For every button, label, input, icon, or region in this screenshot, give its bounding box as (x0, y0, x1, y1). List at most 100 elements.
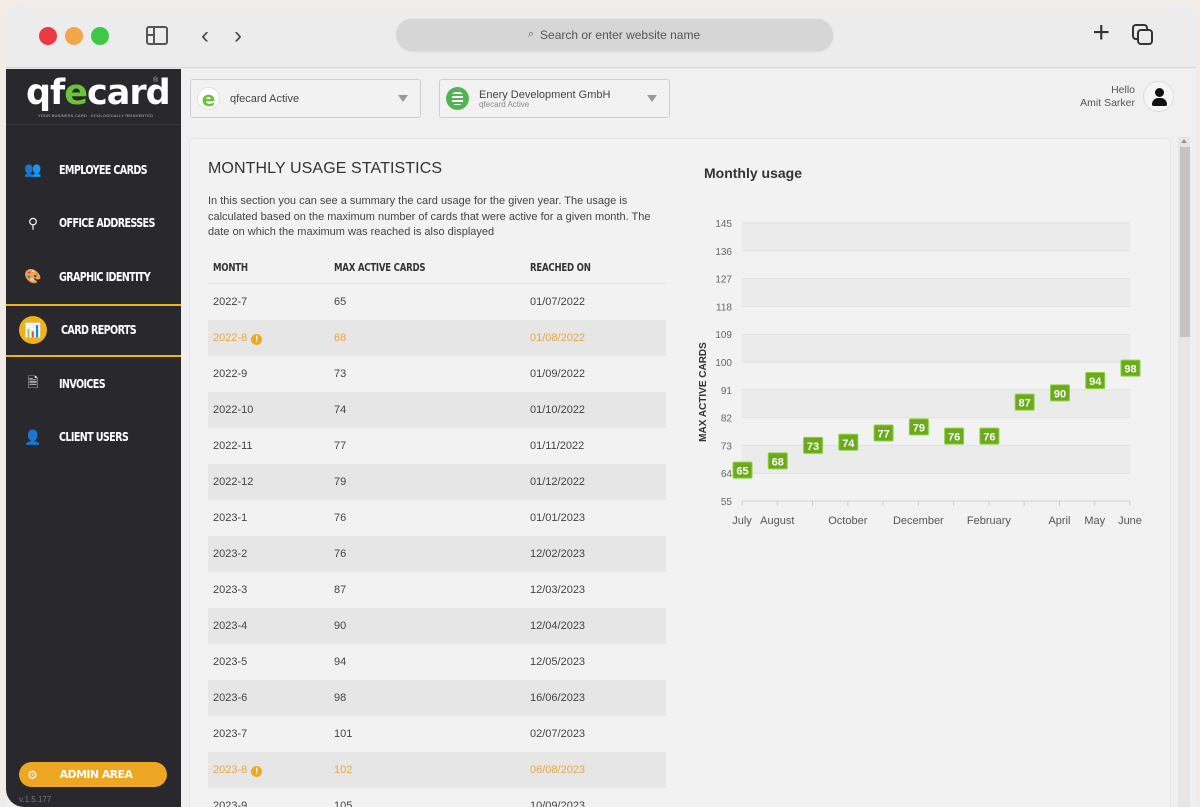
sidebar-item-label: Office Addresses (59, 216, 155, 231)
cell-reached-on: 12/03/2023 (530, 584, 586, 596)
admin-area-label: ADMIN AREA (59, 768, 133, 781)
sidebar-item-client-users[interactable]: 👤 Client Users (6, 411, 181, 465)
content-panel: MONTHLY USAGE STATISTICS In this section… (190, 139, 1170, 807)
grid-band (742, 445, 1130, 474)
sidebar-item-office-addresses[interactable]: ⚲ Office Addresses (6, 197, 181, 251)
data-label: 65 (736, 466, 748, 478)
address-bar[interactable]: ⌕ Search or enter website name (396, 19, 832, 50)
close-window-button[interactable] (39, 27, 57, 45)
back-icon[interactable]: ‹ (201, 22, 209, 50)
cell-reached-on: 01/01/2023 (530, 512, 586, 524)
cell-month: 2023-3 (213, 584, 248, 596)
cell-reached-on: 12/02/2023 (530, 548, 586, 560)
palette-icon: 🎨 (24, 268, 42, 285)
cell-reached-on: 01/08/2022 (530, 332, 586, 344)
cell-reached-on: 01/12/2022 (530, 476, 586, 488)
organization-name: Enery Development GmbH (479, 88, 611, 101)
sidebar-item-label: Employee Cards (59, 162, 148, 177)
cell-max-active-cards: 101 (334, 728, 353, 740)
x-tick-label: June (1118, 515, 1142, 527)
minimize-window-button[interactable] (65, 27, 83, 45)
grid-band (742, 334, 1130, 362)
cell-reached-on: 02/07/2023 (530, 728, 586, 740)
warning-icon[interactable]: ! (251, 333, 263, 345)
y-tick-label: 64 (721, 469, 733, 480)
x-tick-label: December (893, 515, 944, 527)
organization-subtitle: qfecard Active (479, 99, 530, 109)
browser-toolbar: ‹ › ⌕ Search or enter website name + (6, 2, 1196, 68)
column-header-reached-on[interactable]: REACHED ON (530, 261, 636, 274)
y-tick-label: 55 (721, 497, 733, 508)
chart-icon: 📊 (19, 316, 47, 345)
address-placeholder: Search or enter website name (540, 27, 701, 42)
table-row: 2022-11 77 01/11/2022 (208, 428, 666, 464)
cell-month: 2023-2 (213, 548, 248, 560)
avatar-icon[interactable] (1143, 81, 1174, 112)
y-tick-label: 145 (715, 219, 732, 230)
new-tab-icon[interactable]: + (1092, 18, 1110, 48)
section-description: In this section you can see a summary th… (208, 195, 651, 238)
cell-reached-on: 16/06/2023 (530, 692, 586, 704)
sidebar-icon[interactable] (146, 26, 168, 45)
logo[interactable]: qfecard ® YOUR BUSINESS CARD · ECOLOGICA… (6, 69, 181, 125)
cell-max-active-cards: 76 (334, 548, 347, 560)
grid-band (742, 278, 1130, 307)
user-menu[interactable]: Hello Amit Sarker (1080, 81, 1174, 112)
table-header: MONTH MAX ACTIVE CARDS REACHED ON (208, 252, 666, 284)
y-tick-label: 118 (716, 302, 732, 313)
sidebar-item-invoices[interactable]: 🗎 Invoices (6, 357, 181, 411)
sidebar-item-employee-cards[interactable]: 👥 Employee Cards (6, 143, 181, 197)
sidebar-nav: 👥 Employee Cards ⚲ Office Addresses 🎨 Graphic… (6, 143, 181, 464)
sidebar: qfecard ® YOUR BUSINESS CARD · ECOLOGICA… (6, 69, 181, 807)
cell-month: 2023-9 (213, 800, 248, 807)
cell-reached-on: 12/05/2023 (530, 656, 586, 668)
cell-max-active-cards: 73 (334, 368, 347, 380)
cell-month: 2023-1 (213, 512, 248, 524)
y-tick-label: 127 (715, 275, 732, 286)
table-row: 2023-9 105 10/09/2023 (208, 788, 666, 807)
table-row: 2022-9 73 01/09/2022 (208, 356, 666, 392)
users-icon: 👥 (24, 161, 42, 178)
table-row: 2023-3 87 12/03/2023 (208, 572, 666, 608)
sidebar-item-graphic-identity[interactable]: 🎨 Graphic Identity (6, 250, 181, 304)
x-tick-label: February (967, 515, 1012, 527)
gears-icon: ⚙ (27, 767, 38, 782)
table-row: 2023-8! 102 06/08/2023 (208, 752, 666, 788)
warning-icon[interactable]: ! (251, 765, 263, 777)
scroll-up-arrow-icon[interactable] (1181, 139, 1187, 143)
column-header-month[interactable]: MONTH (213, 261, 303, 274)
cell-reached-on: 12/04/2023 (530, 620, 586, 632)
product-selector[interactable]: e qfecard Active (190, 79, 421, 118)
cell-max-active-cards: 74 (334, 404, 347, 416)
table-row: 2022-10 74 01/10/2022 (208, 392, 666, 428)
table-row: 2022-8! 68 01/08/2022 (208, 320, 666, 356)
search-icon: ⌕ (527, 28, 535, 40)
maximize-window-button[interactable] (91, 27, 109, 45)
logo-tagline: YOUR BUSINESS CARD · ECOLOGICALLY REINVE… (38, 113, 154, 118)
y-tick-label: 100 (715, 358, 732, 369)
y-tick-label: 82 (721, 414, 733, 425)
sidebar-item-label: Graphic Identity (59, 269, 151, 284)
x-tick-label: May (1084, 515, 1105, 527)
sidebar-item-card-reports[interactable]: 📊 Card Reports (6, 303, 181, 357)
admin-area-button[interactable]: ⚙ ADMIN AREA (19, 762, 167, 787)
column-header-max-active-cards[interactable]: MAX ACTIVE CARDS (334, 261, 483, 274)
monthly-usage-chart: 55 64 73 82 91 100 109 118 127 136 145 July August Oc… (690, 199, 1160, 529)
scrollbar-thumb[interactable] (1180, 147, 1190, 337)
chart-svg: 55 64 73 82 91 100 109 118 127 136 145 July August Oc… (698, 219, 1142, 527)
cell-max-active-cards: 65 (334, 296, 347, 308)
forward-icon[interactable]: › (234, 22, 242, 50)
cell-reached-on: 10/09/2023 (530, 800, 586, 807)
tabs-icon[interactable] (1132, 24, 1154, 46)
cell-month: 2023-6 (213, 692, 248, 704)
cell-month: 2023-8 (213, 763, 248, 776)
scrollbar[interactable] (1178, 137, 1190, 807)
app: qfecard ® YOUR BUSINESS CARD · ECOLOGICA… (6, 69, 1196, 807)
x-tick-label: July (732, 515, 752, 527)
cell-max-active-cards: 68 (334, 332, 347, 344)
data-label: 68 (772, 456, 784, 468)
y-tick-label: 109 (715, 330, 732, 341)
organization-selector[interactable]: Enery Development GmbH qfecard Active (439, 79, 670, 118)
user-cog-icon: 👤 (24, 428, 42, 445)
table-row: 2022-12 79 01/12/2022 (208, 464, 666, 500)
